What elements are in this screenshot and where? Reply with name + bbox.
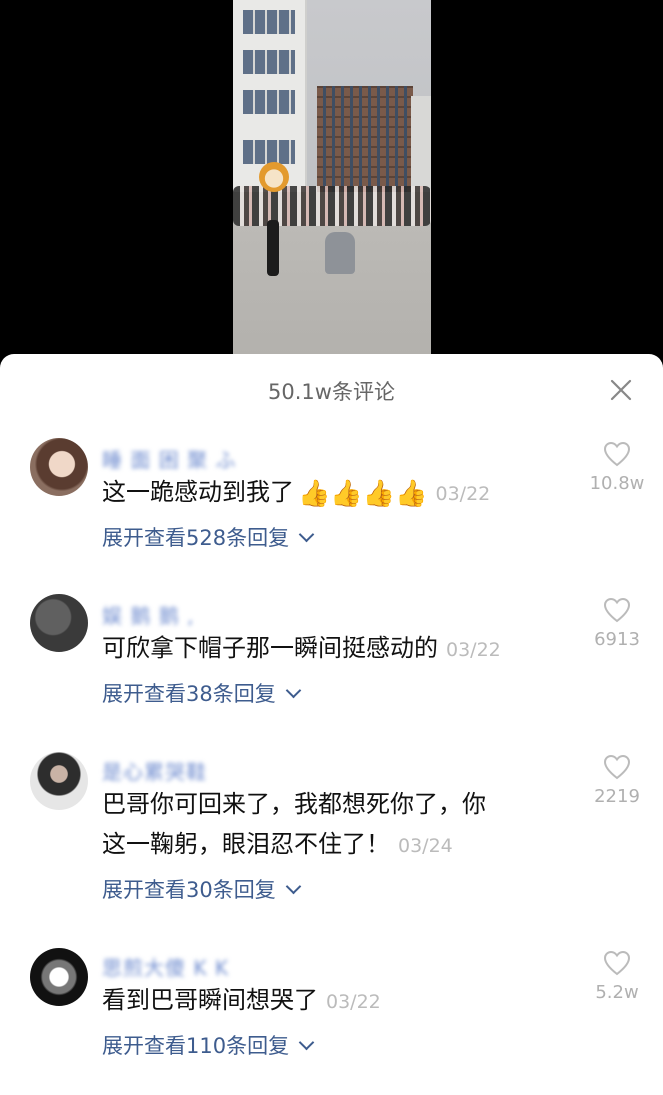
avatar[interactable]	[30, 948, 88, 1006]
comment-date: 03/24	[398, 835, 453, 857]
comment-text: 看到巴哥瞬间想哭了 03/22	[102, 980, 572, 1022]
comment-sheet-header: 50.1w条评论	[0, 354, 663, 426]
comment-text-body: 可欣拿下帽子那一瞬间挺感动的	[102, 634, 438, 662]
video-crowd	[233, 186, 431, 226]
like-count: 6913	[594, 629, 640, 650]
like-button[interactable]: 2219	[585, 754, 649, 807]
chevron-down-icon	[285, 682, 302, 699]
comment-date: 03/22	[435, 483, 491, 505]
heart-icon	[603, 597, 631, 623]
expand-replies-button[interactable]: 展开查看528条回复	[102, 522, 315, 552]
video-building-center	[317, 86, 413, 196]
expand-replies-button[interactable]: 展开查看30条回复	[102, 874, 302, 904]
heart-icon	[603, 754, 631, 780]
chevron-down-icon	[285, 878, 302, 895]
expand-replies-button[interactable]: 展开查看110条回复	[102, 1030, 315, 1060]
video-building-right	[411, 96, 431, 196]
comment-date: 03/22	[446, 639, 501, 661]
like-count: 10.8w	[589, 473, 645, 494]
thumbs-up-emoji: 👍👍👍👍	[298, 479, 428, 509]
avatar[interactable]	[30, 594, 88, 652]
close-button[interactable]	[609, 378, 633, 402]
expand-replies-label: 展开查看38条回复	[102, 682, 276, 706]
like-count: 5.2w	[595, 982, 639, 1003]
comment-username[interactable]: 娱 鹅 鹅 ,	[102, 600, 194, 628]
comment-text: 可欣拿下帽子那一瞬间挺感动的 03/22	[102, 628, 572, 670]
comment-text-line: 巴哥你可回来了，我都想死你了，你	[102, 790, 486, 818]
comment-username[interactable]: 睡 面 困 聚 ふ	[102, 444, 236, 472]
avatar[interactable]	[30, 438, 88, 496]
video-mascot	[259, 162, 289, 192]
chevron-down-icon	[298, 526, 315, 543]
comment-username[interactable]: 思煎大傻 K K	[102, 952, 229, 980]
like-count: 2219	[594, 786, 640, 807]
heart-icon	[603, 950, 631, 976]
comment-sheet: 50.1w条评论 睡 面 困 聚 ふ 这一跪感动到我了 👍👍👍👍 03/22 展开查…	[0, 354, 663, 1095]
expand-replies-label: 展开查看30条回复	[102, 878, 276, 902]
like-button[interactable]: 6913	[585, 597, 649, 650]
video-player[interactable]	[233, 0, 431, 356]
comment-text: 这一跪感动到我了 👍👍👍👍 03/22	[102, 472, 572, 514]
comment-text-line-2: 这一鞠躬，眼泪忍不住了！ 03/24	[102, 824, 572, 866]
comment-username[interactable]: 是心累哭鞋	[102, 756, 207, 784]
video-person-kneeling	[325, 232, 355, 274]
heart-icon	[603, 441, 631, 467]
comment-count-title: 50.1w条评论	[268, 380, 395, 404]
comment-text: 巴哥你可回来了，我都想死你了，你 这一鞠躬，眼泪忍不住了！ 03/24	[102, 784, 572, 866]
comment-text-body: 这一鞠躬，眼泪忍不住了！	[102, 830, 390, 858]
close-icon	[610, 379, 632, 401]
expand-replies-button[interactable]: 展开查看38条回复	[102, 678, 302, 708]
like-button[interactable]: 5.2w	[585, 950, 649, 1003]
avatar[interactable]	[30, 752, 88, 810]
expand-replies-label: 展开查看110条回复	[102, 1034, 290, 1058]
comment-text-body: 这一跪感动到我了	[102, 478, 294, 506]
comment-date: 03/22	[326, 991, 381, 1013]
video-person-standing	[267, 220, 279, 276]
comment-text-body: 看到巴哥瞬间想哭了	[102, 986, 318, 1014]
like-button[interactable]: 10.8w	[585, 441, 649, 494]
expand-replies-label: 展开查看528条回复	[102, 526, 290, 550]
chevron-down-icon	[298, 1034, 315, 1051]
